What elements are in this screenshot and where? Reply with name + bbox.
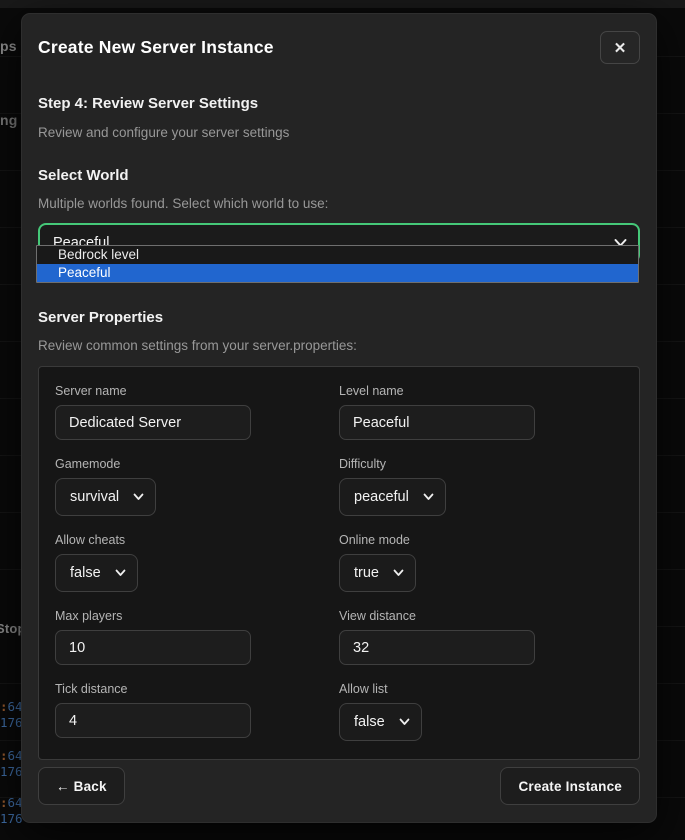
field-label: Online mode	[339, 533, 623, 547]
modal-header: Create New Server Instance ✕	[38, 31, 640, 64]
step-subtitle: Review and configure your server setting…	[38, 125, 640, 140]
world-option-bedrock-level[interactable]: Bedrock level	[37, 246, 638, 264]
world-option-peaceful[interactable]: Peaceful	[37, 264, 638, 282]
modal-footer: ← Back Create Instance	[38, 767, 640, 805]
field-level-name: Level name	[339, 384, 623, 440]
difficulty-select[interactable]: peaceful	[339, 478, 446, 516]
chevron-down-icon	[115, 569, 126, 577]
console-separator: :	[0, 748, 8, 763]
field-label: Level name	[339, 384, 623, 398]
field-label: Allow list	[339, 682, 623, 696]
allow-cheats-select[interactable]: false	[55, 554, 138, 592]
field-label: Server name	[55, 384, 339, 398]
background-console-fragment: :64 176	[0, 699, 23, 730]
server-properties-subtitle: Review common settings from your server.…	[38, 338, 640, 353]
allow-cheats-select-value: false	[70, 565, 101, 581]
close-button[interactable]: ✕	[600, 31, 640, 64]
field-gamemode: Gamemode survival	[55, 457, 339, 516]
chevron-down-icon	[423, 493, 434, 501]
field-difficulty: Difficulty peaceful	[339, 457, 623, 516]
difficulty-select-value: peaceful	[354, 489, 409, 505]
server-name-input[interactable]	[55, 405, 251, 440]
console-separator: :	[0, 699, 8, 714]
field-server-name: Server name	[55, 384, 339, 440]
field-tick-distance: Tick distance	[55, 682, 339, 741]
field-label: Difficulty	[339, 457, 623, 471]
select-world-heading: Select World	[38, 167, 640, 184]
tick-distance-input[interactable]	[55, 703, 251, 738]
chevron-down-icon	[399, 718, 410, 726]
server-properties-heading: Server Properties	[38, 309, 640, 326]
gamemode-select-value: survival	[70, 489, 119, 505]
view-distance-input[interactable]	[339, 630, 535, 665]
step-heading: Step 4: Review Server Settings	[38, 95, 640, 112]
create-instance-button[interactable]: Create Instance	[500, 767, 640, 805]
max-players-input[interactable]	[55, 630, 251, 665]
field-label: Max players	[55, 609, 339, 623]
online-mode-select[interactable]: true	[339, 554, 416, 592]
background-partial-text: ps	[0, 38, 17, 54]
console-number: 176	[0, 764, 23, 779]
field-label: Allow cheats	[55, 533, 339, 547]
field-label: View distance	[339, 609, 623, 623]
world-dropdown-list: Bedrock level Peaceful	[36, 245, 639, 283]
background-console-fragment: :64 176	[0, 748, 23, 779]
field-allow-cheats: Allow cheats false	[55, 533, 339, 592]
console-separator: :	[0, 795, 8, 810]
background-console-fragment: :64 176	[0, 795, 23, 826]
create-server-modal: Create New Server Instance ✕ Step 4: Rev…	[21, 13, 657, 823]
chevron-down-icon	[393, 569, 404, 577]
select-world-subtitle: Multiple worlds found. Select which worl…	[38, 196, 640, 211]
chevron-down-icon	[133, 493, 144, 501]
allow-list-select[interactable]: false	[339, 703, 422, 741]
field-max-players: Max players	[55, 609, 339, 665]
field-allow-list: Allow list false	[339, 682, 623, 741]
field-view-distance: View distance	[339, 609, 623, 665]
level-name-input[interactable]	[339, 405, 535, 440]
online-mode-select-value: true	[354, 565, 379, 581]
console-number: 176	[0, 811, 23, 826]
field-label: Tick distance	[55, 682, 339, 696]
console-number: 176	[0, 715, 23, 730]
gamemode-select[interactable]: survival	[55, 478, 156, 516]
modal-title: Create New Server Instance	[38, 37, 274, 58]
field-label: Gamemode	[55, 457, 339, 471]
close-icon: ✕	[614, 39, 627, 57]
background-partial-text: ng	[0, 112, 18, 128]
server-properties-panel: Server name Level name Gamemode survival…	[38, 366, 640, 760]
allow-list-select-value: false	[354, 714, 385, 730]
back-button[interactable]: ← Back	[38, 767, 125, 805]
background-top-band	[0, 0, 685, 8]
field-online-mode: Online mode true	[339, 533, 623, 592]
